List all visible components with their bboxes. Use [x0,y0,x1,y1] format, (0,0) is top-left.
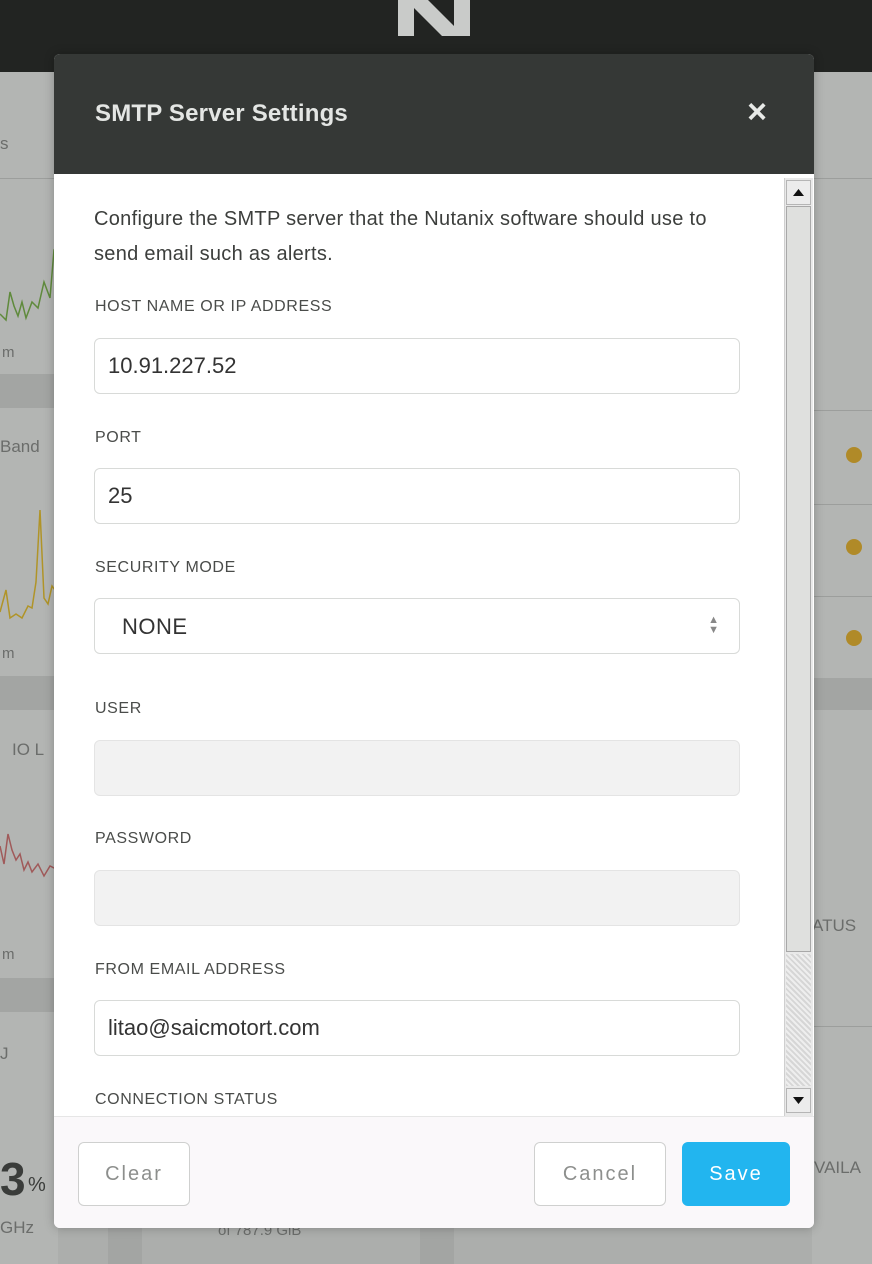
widget-footer [420,1228,454,1264]
dialog-header: SMTP Server Settings × [54,54,814,174]
bg-label: m [2,645,15,662]
widget-footer [0,374,58,408]
divider [812,1026,872,1027]
bg-label: IO L [12,740,45,759]
bg-label: ATUS [812,916,857,935]
security-mode-select[interactable]: NONE ▲ ▼ [94,598,740,654]
dialog-scrollbar[interactable] [784,178,813,1116]
port-label: PORT [95,429,142,446]
password-input[interactable] [94,870,740,926]
bg-label: s [0,134,9,153]
status-dot-icon [846,630,862,646]
connection-status-label: CONNECTION STATUS [95,1091,278,1108]
dialog-body: Configure the SMTP server that the Nutan… [54,174,784,1116]
host-label: HOST NAME OR IP ADDRESS [95,298,333,315]
bg-label: m [2,946,15,963]
sparkline-chart [0,833,58,878]
sparkline-chart [0,509,58,620]
bg-label: m [2,344,15,361]
dialog-description: Configure the SMTP server that the Nutan… [94,208,707,265]
divider [812,410,872,411]
from-email-label: FROM EMAIL ADDRESS [95,961,286,978]
smtp-settings-dialog: SMTP Server Settings × Configure the SMT… [54,54,814,1228]
sparkline-chart [0,243,58,322]
dialog-title: SMTP Server Settings [95,100,348,127]
status-dot-icon [846,539,862,555]
port-input[interactable] [94,468,740,524]
security-mode-value: NONE [122,614,188,639]
divider [0,178,58,179]
scroll-track[interactable] [786,954,811,1086]
user-input[interactable] [94,740,740,796]
bg-label: GHz [0,1218,34,1237]
scroll-up-button[interactable] [786,180,811,205]
security-mode-label: SECURITY MODE [95,559,236,576]
divider [812,178,872,179]
widget-footer [0,676,58,710]
divider [812,504,872,505]
dashboard-right-column [812,72,872,1264]
close-icon[interactable]: × [742,95,772,129]
scroll-down-button[interactable] [786,1088,811,1113]
arrow-up-icon [793,189,804,196]
nutanix-logo-icon [398,0,470,36]
bg-metric-value: 3 [0,1153,26,1205]
cancel-button[interactable]: Cancel [534,1142,666,1206]
widget-footer [108,1228,142,1264]
arrow-down-icon [793,1097,804,1104]
select-arrows-icon: ▲ ▼ [708,614,719,636]
user-label: USER [95,700,142,717]
bg-metric-unit: % [28,1174,46,1196]
clear-button[interactable]: Clear [78,1142,190,1206]
bg-label: VAILA [814,1158,861,1177]
status-dot-icon [846,447,862,463]
password-label: PASSWORD [95,830,192,847]
divider [812,596,872,597]
from-email-input[interactable] [94,1000,740,1056]
save-button[interactable]: Save [682,1142,790,1206]
scroll-thumb[interactable] [786,206,811,952]
widget-footer [0,978,58,1012]
dialog-footer: Clear Cancel Save [54,1116,814,1228]
widget-footer [812,678,872,710]
host-input[interactable] [94,338,740,394]
bg-label: Band [0,437,40,456]
bg-label: J [0,1044,9,1063]
